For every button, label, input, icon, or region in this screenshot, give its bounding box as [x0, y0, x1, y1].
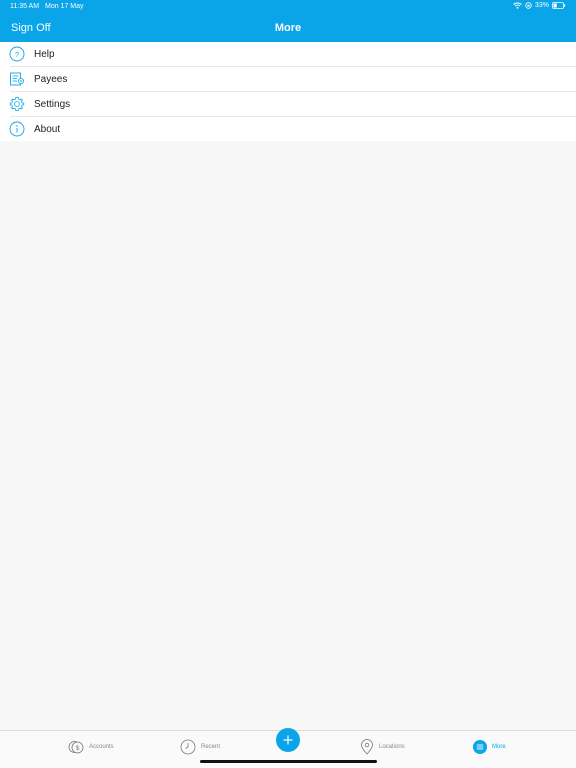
home-indicator — [200, 760, 377, 763]
tab-label-more: More — [492, 744, 506, 750]
menu-item-label: Payees — [34, 74, 68, 85]
tab-locations[interactable]: Locations — [360, 737, 405, 757]
menu-item-about[interactable]: About — [0, 117, 576, 142]
help-icon: ? — [9, 46, 25, 62]
info-icon — [9, 121, 25, 137]
page-title: More — [274, 22, 302, 34]
menu-item-payees[interactable]: Payees — [0, 67, 576, 92]
tab-label-locations: Locations — [379, 744, 405, 750]
plus-icon — [283, 735, 293, 745]
header: 11:35 AM Mon 17 May 33% Sign Off More — [0, 0, 576, 42]
tab-accounts[interactable]: $ Accounts — [68, 737, 114, 757]
wifi-icon — [513, 2, 522, 9]
svg-text:?: ? — [15, 52, 19, 59]
menu-list: ? Help Payees Settings About — [0, 42, 576, 142]
tab-label-recent: Recent — [201, 744, 221, 750]
status-time: 11:35 AM — [10, 3, 40, 10]
gear-icon — [9, 96, 25, 112]
status-indicators: 33% — [513, 2, 566, 9]
menu-item-help[interactable]: ? Help — [0, 42, 576, 67]
svg-text:$: $ — [76, 745, 80, 752]
battery-percent: 33% — [534, 2, 549, 9]
orientation-lock-icon — [525, 2, 532, 9]
menu-item-label: About — [34, 124, 61, 135]
accounts-icon: $ — [68, 741, 84, 754]
status-bar: 11:35 AM Mon 17 May 33% — [0, 0, 576, 14]
tab-recent[interactable]: Recent — [180, 737, 220, 757]
battery-icon — [552, 2, 566, 9]
payees-icon — [9, 71, 25, 87]
menu-item-label: Help — [34, 49, 55, 60]
content-area — [0, 141, 576, 730]
tab-label-accounts: Accounts — [89, 744, 114, 750]
nav-bar: Sign Off More — [0, 14, 576, 42]
location-pin-icon — [361, 739, 373, 755]
clock-icon — [180, 739, 196, 755]
menu-item-settings[interactable]: Settings — [0, 92, 576, 117]
tab-more[interactable]: More — [473, 737, 506, 757]
menu-item-label: Settings — [34, 99, 71, 110]
status-date: Mon 17 May — [45, 3, 84, 10]
menu-icon — [473, 740, 487, 754]
add-button[interactable] — [276, 728, 300, 752]
